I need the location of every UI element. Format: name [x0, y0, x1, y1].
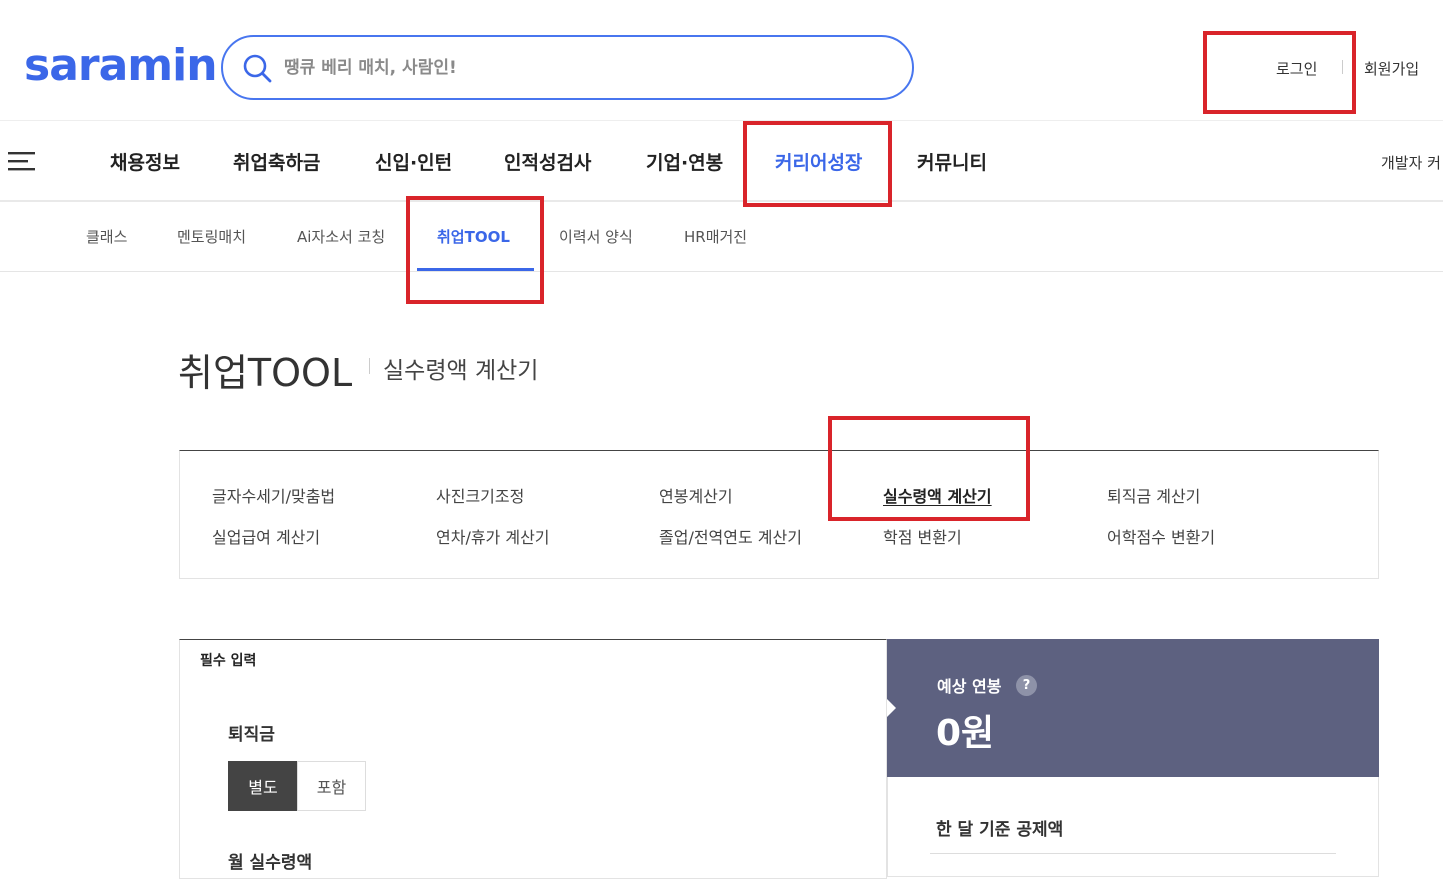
subnav-item-class[interactable]: 클래스: [86, 226, 127, 247]
gnb-item-company-salary[interactable]: 기업·연봉: [646, 148, 723, 175]
subnav-item-hr-magazine[interactable]: HR매거진: [684, 226, 747, 247]
tool-link-gpa-converter[interactable]: 학점 변환기: [883, 524, 962, 548]
gnb-item-community[interactable]: 커뮤니티: [917, 148, 987, 175]
gnb-top-border: [0, 120, 1443, 121]
tool-link-vacation-calc[interactable]: 연차/휴가 계산기: [436, 524, 550, 548]
gnb-item-intern[interactable]: 신입·인턴: [375, 148, 452, 175]
monthly-deduction-label: 한 달 기준 공제액: [936, 820, 1064, 840]
tool-link-unemployment-calc[interactable]: 실업급여 계산기: [212, 524, 320, 548]
saramin-logo[interactable]: saramin: [24, 40, 218, 91]
tool-link-graduation-year-calc[interactable]: 졸업/전역연도 계산기: [659, 524, 802, 548]
severance-label: 퇴직금: [228, 725, 275, 745]
title-separator: [369, 358, 370, 374]
tool-link-char-count[interactable]: 글자수세기/맞춤법: [212, 483, 335, 507]
highlight-box-job-tool: [406, 196, 544, 304]
search-input[interactable]: [284, 55, 884, 81]
tool-menu-box: [179, 450, 1379, 579]
search-icon[interactable]: [242, 53, 272, 83]
highlight-box-login: [1203, 31, 1356, 114]
gnb-item-jobs[interactable]: 채용정보: [110, 148, 180, 175]
gnb-item-bonus[interactable]: 취업축하금: [233, 148, 320, 175]
severance-separate-button[interactable]: 별도: [228, 761, 298, 811]
expected-annual-salary-label: 예상 연봉: [937, 677, 1002, 696]
tool-link-severance-calc[interactable]: 퇴직금 계산기: [1107, 483, 1200, 507]
required-input-label: 필수 입력: [200, 653, 257, 669]
subnav-bottom-border: [0, 271, 1443, 272]
gnb-item-aptitude[interactable]: 인적성검사: [504, 148, 591, 175]
highlight-box-career: [743, 121, 892, 207]
subnav-item-resume-form[interactable]: 이력서 양식: [559, 226, 633, 247]
result-panel-notch: [887, 699, 896, 717]
subnav-item-mentoring[interactable]: 멘토링매치: [177, 226, 246, 247]
help-icon[interactable]: ?: [1016, 675, 1037, 696]
gnb-bottom-border: [0, 200, 1443, 202]
expected-annual-salary-value: 0원: [936, 713, 995, 754]
tool-link-language-score-converter[interactable]: 어학점수 변환기: [1107, 524, 1215, 548]
page-title: 취업TOOL: [178, 351, 353, 395]
hamburger-menu-icon[interactable]: [8, 151, 35, 171]
deduction-divider: [930, 853, 1336, 854]
tool-link-photo-resize[interactable]: 사진크기조정: [436, 483, 524, 507]
gnb-item-developer[interactable]: 개발자 커: [1381, 152, 1441, 173]
calculator-input-panel: [179, 639, 887, 879]
tool-link-salary-calc[interactable]: 연봉계산기: [659, 483, 733, 507]
signup-link[interactable]: 회원가입: [1364, 58, 1419, 79]
subnav-item-ai-coaching[interactable]: Ai자소서 코칭: [297, 226, 385, 247]
monthly-net-pay-label: 월 실수령액: [228, 853, 313, 873]
page-subtitle: 실수령액 계산기: [383, 358, 539, 384]
highlight-box-net-pay-calc: [828, 416, 1030, 521]
severance-include-button[interactable]: 포함: [297, 761, 366, 811]
